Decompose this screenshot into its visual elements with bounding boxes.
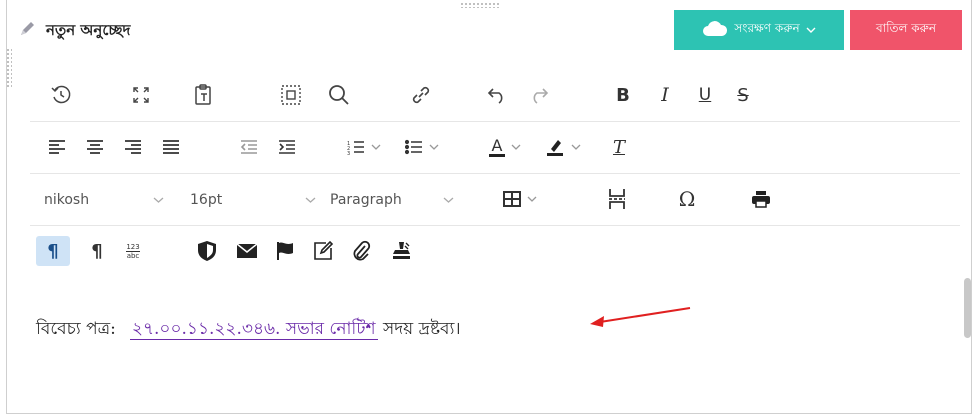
red-arrow-annotation bbox=[590, 307, 691, 327]
editor-title: নতুন অনুচ্ছেদ bbox=[46, 20, 131, 39]
clear-format-icon[interactable]: T bbox=[604, 132, 634, 162]
chevron-down-icon bbox=[806, 23, 816, 37]
numbering-badge-top: 123 bbox=[126, 242, 140, 252]
chevron-down-icon bbox=[153, 194, 164, 207]
ltr-button[interactable]: ¶ bbox=[36, 236, 70, 266]
font-size-select[interactable]: 16pt bbox=[190, 184, 316, 216]
strikethrough-icon[interactable]: S bbox=[728, 80, 758, 110]
paste-text-icon[interactable] bbox=[188, 80, 218, 110]
bullet-list-icon[interactable] bbox=[400, 132, 444, 162]
content-link[interactable]: ২৭.০০.১১.২২.৩৪৬. সভার নোটিশ bbox=[129, 319, 378, 340]
envelope-icon[interactable] bbox=[232, 236, 262, 266]
align-left-icon[interactable] bbox=[44, 132, 70, 162]
fullscreen-icon[interactable] bbox=[126, 80, 156, 110]
print-icon[interactable] bbox=[746, 184, 776, 214]
flag-icon[interactable] bbox=[270, 236, 300, 266]
pencil-icon bbox=[18, 20, 36, 42]
text-color-letter: A bbox=[488, 137, 506, 157]
numbered-list-icon[interactable]: 123 bbox=[342, 132, 386, 162]
justify-icon[interactable] bbox=[158, 132, 184, 162]
svg-text:3: 3 bbox=[347, 151, 350, 155]
drag-handle[interactable] bbox=[460, 2, 500, 8]
font-family-value: nikosh bbox=[44, 192, 90, 208]
table-icon[interactable] bbox=[498, 184, 542, 214]
chevron-down-icon bbox=[443, 194, 454, 207]
select-all-icon[interactable] bbox=[276, 80, 306, 110]
cancel-button[interactable]: বাতিল করুন bbox=[850, 10, 962, 50]
editor-content-line[interactable]: বিবেচ্য পত্র: ২৭.০০.১১.২২.৩৪৬. সভার নোটিশ… bbox=[36, 316, 461, 344]
undo-icon[interactable] bbox=[482, 80, 512, 110]
italic-icon[interactable]: I bbox=[650, 80, 680, 110]
editor-scrollbar[interactable] bbox=[964, 258, 972, 408]
outdent-icon[interactable] bbox=[236, 132, 262, 162]
toolbar-row-1: B I U S bbox=[30, 70, 960, 122]
ltr-mark: ¶ bbox=[47, 240, 59, 262]
cloud-icon bbox=[702, 20, 728, 40]
title-group: নতুন অনুচ্ছেদ bbox=[18, 18, 130, 44]
bold-icon[interactable]: B bbox=[608, 80, 638, 110]
block-format-select[interactable]: Paragraph bbox=[330, 184, 454, 216]
toolbar-row-4: ¶ ¶ 123 abc bbox=[30, 226, 960, 278]
numbering-badge-bottom: abc bbox=[126, 251, 140, 260]
paperclip-icon[interactable] bbox=[346, 236, 376, 266]
save-button-label: সংরক্ষণ করুন bbox=[734, 21, 800, 35]
editor-toolbar: B I U S 123 A T nikosh 16pt Paragraph Ω … bbox=[30, 70, 960, 278]
align-center-icon[interactable] bbox=[82, 132, 108, 162]
content-suffix: সদয় দ্রষ্টব্য। bbox=[382, 319, 461, 339]
indent-icon[interactable] bbox=[274, 132, 300, 162]
block-format-value: Paragraph bbox=[330, 192, 402, 208]
history-icon[interactable] bbox=[46, 80, 76, 110]
page-break-icon[interactable] bbox=[602, 184, 632, 214]
edit-icon[interactable] bbox=[308, 236, 338, 266]
redo-icon[interactable] bbox=[524, 80, 554, 110]
font-family-select[interactable]: nikosh bbox=[44, 184, 164, 216]
omega-icon[interactable]: Ω bbox=[672, 184, 702, 214]
numbering-button[interactable]: 123 abc bbox=[118, 236, 148, 266]
rtl-mark: ¶ bbox=[91, 240, 103, 262]
clear-format-letter: T bbox=[612, 136, 625, 158]
chevron-down-icon bbox=[305, 194, 316, 207]
underline-icon[interactable]: U bbox=[690, 80, 720, 110]
align-right-icon[interactable] bbox=[120, 132, 146, 162]
toolbar-row-2: 123 A T bbox=[30, 122, 960, 174]
font-size-value: 16pt bbox=[190, 192, 223, 208]
rtl-button[interactable]: ¶ bbox=[82, 236, 112, 266]
save-button[interactable]: সংরক্ষণ করুন bbox=[674, 10, 844, 50]
search-icon[interactable] bbox=[324, 80, 354, 110]
content-prefix: বিবেচ্য পত্র: bbox=[36, 319, 116, 339]
stamp-icon[interactable] bbox=[386, 236, 416, 266]
scrollbar-thumb[interactable] bbox=[964, 278, 971, 338]
highlight-icon[interactable] bbox=[538, 132, 588, 162]
text-color-icon[interactable]: A bbox=[480, 132, 530, 162]
link-icon[interactable] bbox=[406, 80, 436, 110]
editor-header: নতুন অনুচ্ছেদ সংরক্ষণ করুন বাতিল করুন bbox=[0, 10, 966, 56]
toolbar-row-3: nikosh 16pt Paragraph Ω bbox=[30, 174, 960, 226]
shield-icon[interactable] bbox=[192, 236, 222, 266]
